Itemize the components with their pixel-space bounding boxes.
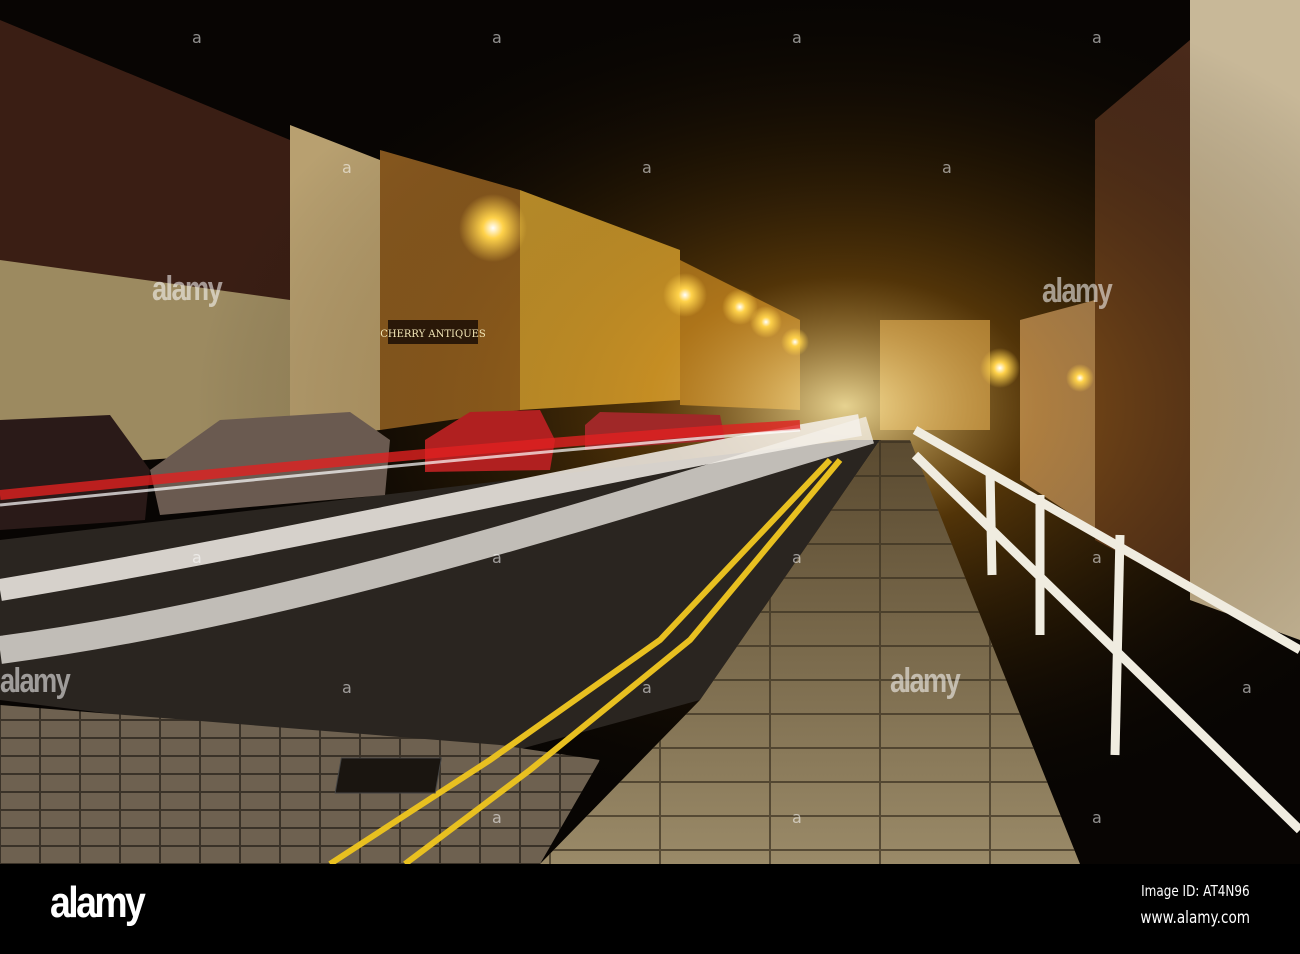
watermark-mark: a	[342, 158, 352, 177]
watermark-mark: a	[492, 808, 502, 827]
image-id: Image ID: AT4N96	[1141, 882, 1250, 900]
watermark: alamy	[1042, 272, 1113, 310]
watermark: alamy	[890, 662, 961, 700]
watermark-mark: a	[1092, 548, 1102, 567]
watermark-mark: a	[1242, 678, 1252, 697]
watermark-mark: a	[492, 28, 502, 47]
street-lamp	[1066, 364, 1094, 392]
watermark-mark: a	[792, 808, 802, 827]
watermark-mark: a	[342, 678, 352, 697]
watermark: alamy	[152, 270, 223, 308]
street-lamp	[750, 306, 782, 338]
street-photo: CHERRY ANTIQUES	[0, 0, 1300, 864]
alamy-logo: alamy	[50, 878, 146, 927]
watermark-mark: a	[942, 158, 952, 177]
watermark-mark: a	[792, 28, 802, 47]
watermark-mark: a	[192, 28, 202, 47]
shop-sign-text: CHERRY ANTIQUES	[380, 329, 486, 340]
street-lamp	[980, 348, 1020, 388]
website-link[interactable]: www.alamy.com	[1140, 908, 1250, 928]
watermark-mark: a	[642, 158, 652, 177]
street-lamp	[663, 273, 707, 317]
watermark: alamy	[0, 662, 71, 700]
street-lamp	[781, 328, 809, 356]
watermark-mark: a	[192, 548, 202, 567]
watermark-mark: a	[642, 678, 652, 697]
footer-bar: alamy Image ID: AT4N96 www.alamy.com	[0, 864, 1300, 954]
watermark-mark: a	[1092, 808, 1102, 827]
watermark-mark: a	[792, 548, 802, 567]
watermark-mark: a	[492, 548, 502, 567]
street-lamp	[459, 194, 527, 262]
watermark-mark: a	[1092, 28, 1102, 47]
